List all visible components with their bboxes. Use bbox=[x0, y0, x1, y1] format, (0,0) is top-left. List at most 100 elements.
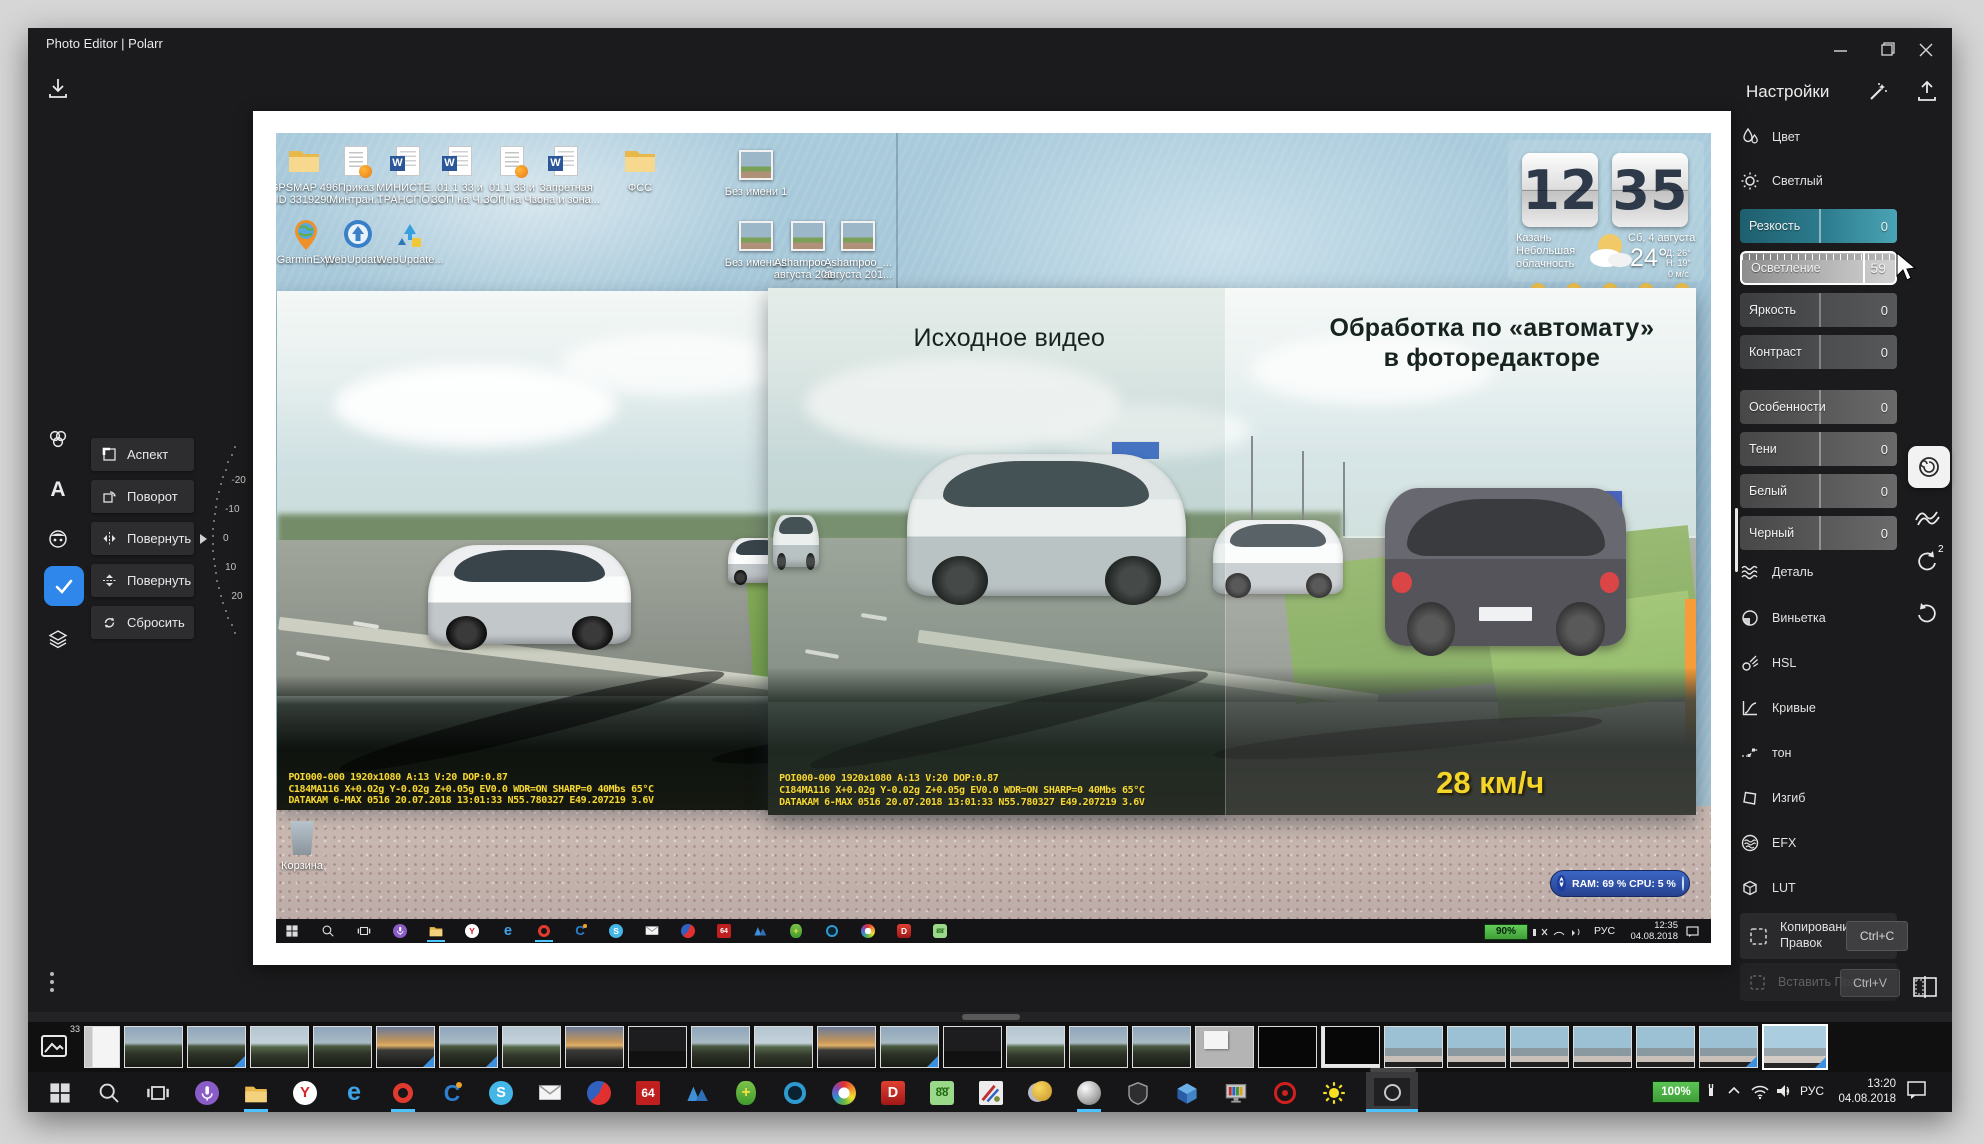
filmstrip-thumbnail[interactable] bbox=[502, 1026, 561, 1068]
filmstrip-thumbnail[interactable] bbox=[1447, 1026, 1506, 1068]
search-button[interactable] bbox=[96, 1080, 122, 1106]
desktop-icon[interactable] bbox=[287, 146, 321, 174]
filmstrip-thumbnail[interactable] bbox=[187, 1026, 246, 1068]
paint-app-icon[interactable] bbox=[978, 1080, 1004, 1106]
panel-item-distort[interactable]: Изгиб bbox=[1740, 783, 1898, 813]
filmstrip-thumbnail[interactable] bbox=[1510, 1026, 1569, 1068]
panel-item-curves[interactable]: Кривые bbox=[1740, 693, 1898, 723]
antivirus-icon[interactable] bbox=[1272, 1080, 1298, 1106]
filmstrip-thumbnail[interactable] bbox=[1006, 1026, 1065, 1068]
clock-tray[interactable]: 13:20 04.08.2018 bbox=[1836, 1077, 1896, 1107]
slider-brightness[interactable]: Яркость 0 bbox=[1740, 293, 1897, 327]
sun-app-icon[interactable] bbox=[1321, 1080, 1347, 1106]
download-button[interactable] bbox=[46, 76, 70, 105]
battery-indicator[interactable]: 100% bbox=[1652, 1081, 1700, 1103]
desktop-icon[interactable] bbox=[623, 146, 657, 174]
desktop-icon[interactable] bbox=[393, 218, 427, 250]
undo-reset-button[interactable] bbox=[1912, 600, 1942, 635]
ccleaner-icon[interactable] bbox=[586, 1080, 612, 1106]
desktop-icon[interactable] bbox=[791, 221, 825, 251]
filmstrip-thumbnail[interactable] bbox=[1384, 1026, 1443, 1068]
filmstrip-thumbnail[interactable] bbox=[1636, 1026, 1695, 1068]
language-indicator[interactable]: РУС bbox=[1800, 1084, 1824, 1098]
skype-icon[interactable]: S bbox=[488, 1080, 514, 1106]
desktop-icon[interactable] bbox=[339, 146, 373, 176]
green-app-icon[interactable]: 8̊8̊ bbox=[929, 1080, 955, 1106]
slider-shadows[interactable]: Тени 0 bbox=[1740, 432, 1897, 466]
panel-item-lut[interactable]: LUT bbox=[1740, 873, 1898, 903]
player-app-icon[interactable]: D bbox=[880, 1080, 906, 1106]
photo-sphere-app-icon[interactable] bbox=[1076, 1080, 1102, 1106]
adjust-tool-button-active[interactable] bbox=[44, 566, 84, 606]
face-tool-icon[interactable] bbox=[46, 527, 70, 551]
redo-history-button[interactable]: 2 bbox=[1912, 548, 1942, 583]
filmstrip-thumbnail[interactable] bbox=[84, 1026, 120, 1068]
filmstrip-thumbnail[interactable] bbox=[628, 1026, 687, 1068]
camera-app-icon[interactable] bbox=[782, 1080, 808, 1106]
filmstrip-thumbnail[interactable] bbox=[691, 1026, 750, 1068]
filmstrip-thumbnail[interactable] bbox=[1069, 1026, 1128, 1068]
more-options-button[interactable] bbox=[50, 968, 54, 996]
desktop-icon[interactable] bbox=[341, 218, 375, 250]
panel-item-tone[interactable]: тон bbox=[1740, 738, 1898, 768]
filmstrip-thumbnail[interactable] bbox=[1699, 1026, 1758, 1068]
export-button[interactable] bbox=[1914, 78, 1940, 109]
desktop-icon[interactable] bbox=[739, 221, 773, 251]
torrent-icon[interactable] bbox=[684, 1080, 710, 1106]
volume-icon[interactable] bbox=[1774, 1082, 1794, 1105]
close-button[interactable] bbox=[1912, 40, 1940, 60]
filmstrip-thumbnail[interactable] bbox=[250, 1026, 309, 1068]
auto-enhance-wand-button[interactable] bbox=[1866, 80, 1890, 109]
panel-item-light[interactable]: Светлый bbox=[1740, 166, 1898, 196]
panel-item-color[interactable]: Цвет bbox=[1740, 122, 1898, 152]
split-view-button[interactable] bbox=[1910, 974, 1940, 1005]
maximize-button[interactable] bbox=[1872, 40, 1900, 60]
edge-icon[interactable]: e bbox=[341, 1080, 367, 1106]
desktop-icon[interactable] bbox=[495, 146, 529, 176]
filmstrip-thumbnail[interactable] bbox=[817, 1026, 876, 1068]
desktop-icon[interactable]: W bbox=[549, 146, 583, 176]
photo-library-button[interactable] bbox=[40, 1032, 68, 1065]
color-wheel-app-icon[interactable] bbox=[831, 1080, 857, 1106]
wot-game-icon[interactable] bbox=[1125, 1080, 1151, 1106]
filmstrip-thumbnail[interactable] bbox=[754, 1026, 813, 1068]
aida64-icon[interactable]: 64 bbox=[635, 1080, 661, 1106]
filmstrip-thumbnail[interactable] bbox=[565, 1026, 624, 1068]
flip-horizontal-button[interactable]: Повернуть bbox=[91, 522, 194, 555]
active-lens-app-button[interactable] bbox=[1366, 1072, 1418, 1112]
aspect-button[interactable]: Аспект bbox=[91, 438, 194, 471]
mediaget-icon[interactable]: + bbox=[733, 1080, 759, 1106]
tray-chevron-icon[interactable] bbox=[1726, 1084, 1742, 1103]
wifi-icon[interactable] bbox=[1750, 1082, 1770, 1105]
action-center-icon[interactable] bbox=[1906, 1080, 1928, 1105]
filmstrip-thumbnail[interactable] bbox=[1195, 1026, 1254, 1068]
reset-button[interactable]: Сбросить bbox=[91, 606, 194, 639]
opera-icon[interactable] bbox=[390, 1080, 416, 1106]
canvas-scroll-pill[interactable] bbox=[962, 1014, 1020, 1020]
filmstrip-thumbnail[interactable] bbox=[439, 1026, 498, 1068]
slider-blacks[interactable]: Черный 0 bbox=[1740, 516, 1897, 550]
filmstrip-thumbnail[interactable] bbox=[1132, 1026, 1191, 1068]
filmstrip-thumbnail[interactable] bbox=[313, 1026, 372, 1068]
filmstrip-thumbnail[interactable] bbox=[376, 1026, 435, 1068]
desktop-icon[interactable] bbox=[841, 221, 875, 251]
yandex-browser-icon[interactable]: Y bbox=[292, 1080, 318, 1106]
desktop-icon[interactable]: W bbox=[443, 146, 477, 176]
slider-sharpness[interactable]: Резкость 0 bbox=[1740, 209, 1897, 243]
panel-item-hsl[interactable]: HSL bbox=[1740, 648, 1898, 678]
filmstrip-thumbnail[interactable] bbox=[1573, 1026, 1632, 1068]
compare-before-after-button[interactable] bbox=[1908, 446, 1950, 488]
filmstrip-thumbnail[interactable] bbox=[124, 1026, 183, 1068]
rotate-button[interactable]: Поворот bbox=[91, 480, 194, 513]
text-tool-icon[interactable]: A bbox=[46, 478, 70, 502]
slider-contrast[interactable]: Контраст 0 bbox=[1740, 335, 1897, 369]
filmstrip-thumbnail-selected[interactable] bbox=[1762, 1024, 1828, 1070]
file-explorer-icon[interactable] bbox=[243, 1080, 269, 1106]
slider-highlights[interactable]: Особенности 0 bbox=[1740, 390, 1897, 424]
filters-tool-icon[interactable] bbox=[46, 427, 70, 451]
panel-scrollbar[interactable] bbox=[1735, 508, 1738, 572]
waves-adjust-icon[interactable] bbox=[1912, 504, 1942, 533]
panel-item-detail[interactable]: Деталь bbox=[1740, 557, 1898, 587]
filmstrip-thumbnail[interactable] bbox=[943, 1026, 1002, 1068]
voice-recorder-icon[interactable] bbox=[194, 1080, 220, 1106]
